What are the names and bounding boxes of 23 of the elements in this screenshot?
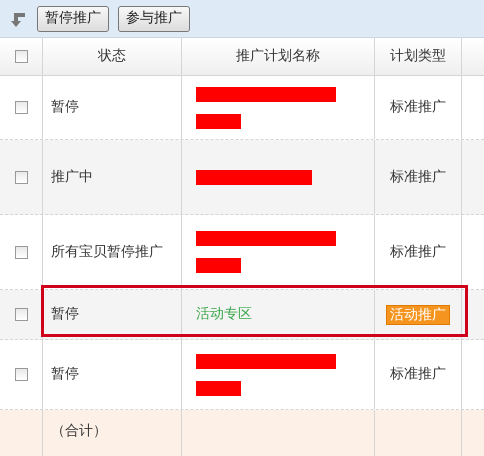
- arrow-icon: [10, 10, 28, 26]
- checkbox[interactable]: [14, 50, 28, 63]
- checkbox[interactable]: [14, 368, 28, 381]
- column-header: 状态: [98, 47, 126, 66]
- type-badge: 活动推广: [386, 304, 450, 324]
- status-text: 暂停: [51, 98, 79, 117]
- status-text: 暂停: [51, 365, 79, 384]
- toolbar-button[interactable]: 暂停推广: [37, 6, 109, 32]
- type-text: 标准推广: [390, 242, 446, 262]
- checkbox[interactable]: [14, 101, 28, 114]
- type-text: 标准推广: [390, 98, 446, 117]
- checkbox[interactable]: [14, 308, 28, 321]
- status-text: 暂停: [51, 305, 79, 324]
- column-header: 计划类型: [390, 47, 446, 66]
- type-text: 标准推广: [390, 168, 446, 186]
- checkbox[interactable]: [14, 246, 28, 258]
- total-label: （合计）: [51, 422, 107, 440]
- column-header: 推广计划名称: [236, 47, 320, 66]
- checkbox[interactable]: [14, 170, 28, 184]
- status-text: 推广中: [51, 168, 93, 186]
- type-text: 标准推广: [390, 365, 446, 384]
- status-text: 所有宝贝暂停推广: [51, 242, 163, 262]
- toolbar-button[interactable]: 参与推广: [118, 6, 190, 32]
